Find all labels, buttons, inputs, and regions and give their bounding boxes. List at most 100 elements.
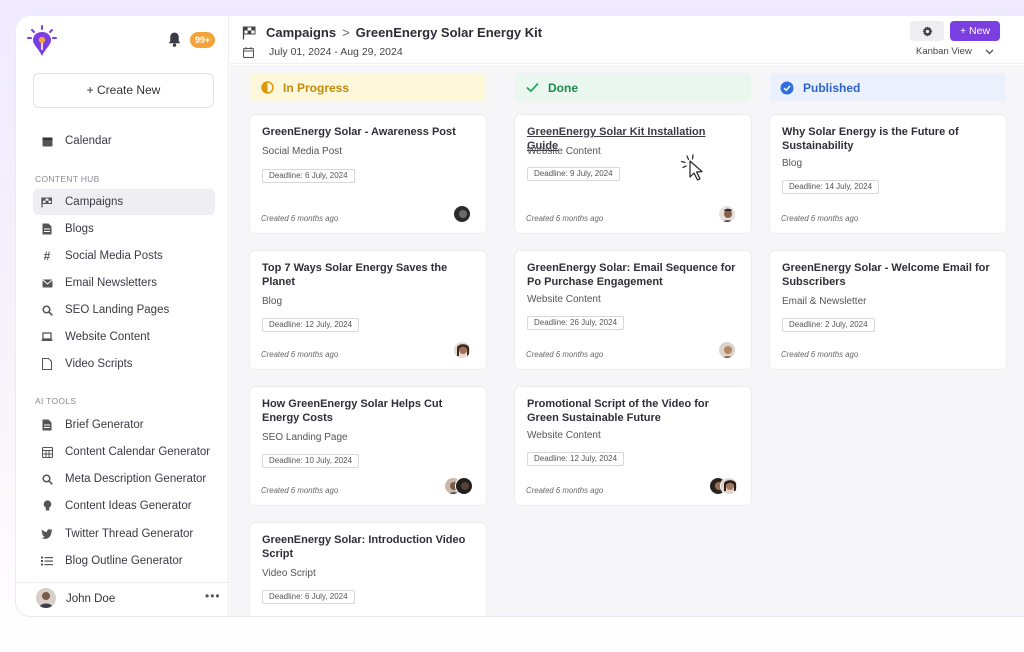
deadline-tag: Deadline: 9 July, 2024 [527, 167, 620, 181]
content-card[interactable]: GreenEnergy Solar - Welcome Email for Su… [770, 251, 1006, 369]
app-window: 99+ + Create New Calendar CONTENT HUB Ca… [16, 16, 1024, 616]
sidebar-item-blogs[interactable]: Blogs [33, 216, 215, 242]
avatar [720, 477, 738, 495]
sidebar-item-email-newsletters[interactable]: Email Newsletters [33, 270, 215, 296]
calendar-grid-icon [41, 446, 53, 458]
sidebar-item-label: Website Content [65, 331, 150, 343]
sidebar-item-label: Campaigns [65, 196, 124, 208]
breadcrumb-separator: > [342, 25, 350, 40]
card-title[interactable]: GreenEnergy Solar - Welcome Email for Su… [782, 261, 994, 289]
sidebar-item-label: Content Ideas Generator [65, 500, 192, 512]
sidebar-item-label: SEO Landing Pages [65, 304, 170, 316]
sidebar-item-content-ideas-generator[interactable]: Content Ideas Generator [33, 493, 215, 519]
avatar [453, 205, 471, 223]
card-title[interactable]: Top 7 Ways Solar Energy Saves the Planet [262, 261, 474, 289]
lightbulb-icon [41, 500, 53, 512]
column-title: Published [803, 80, 861, 95]
more-options-icon[interactable]: ••• [205, 589, 221, 603]
card-title[interactable]: GreenEnergy Solar: Introduction Video Sc… [262, 533, 474, 561]
card-title[interactable]: GreenEnergy Solar - Awareness Post [262, 125, 474, 139]
created-text: Created 6 months ago [526, 350, 604, 359]
content-card[interactable]: How GreenEnergy Solar Helps Cut Energy C… [250, 387, 486, 505]
created-text: Created 6 months ago [261, 214, 339, 223]
hashtag-icon: # [43, 249, 51, 263]
check-icon [525, 81, 539, 95]
notification-badge: 99+ [190, 32, 216, 48]
check-circle-icon [780, 81, 794, 95]
sidebar-item-label: Meta Description Generator [65, 473, 207, 485]
sidebar-item-meta-description-generator[interactable]: Meta Description Generator [33, 466, 215, 492]
sidebar-item-label: Calendar [65, 135, 112, 147]
column-title: In Progress [283, 80, 350, 95]
sidebar-item-blog-outline-generator[interactable]: Blog Outline Generator [33, 548, 215, 574]
new-button[interactable]: + New [950, 21, 1000, 41]
created-text: Created 6 months ago [526, 214, 604, 223]
sidebar: 99+ + Create New Calendar CONTENT HUB Ca… [16, 16, 229, 616]
list-icon [41, 555, 53, 567]
document-icon [41, 358, 53, 370]
breadcrumb-current: GreenEnergy Solar Energy Kit [355, 25, 543, 40]
created-text: Created 6 months ago [261, 350, 339, 359]
card-type: SEO Landing Page [262, 432, 348, 443]
card-title[interactable]: Why Solar Energy is the Future of Sustai… [782, 125, 994, 153]
column-title: Done [548, 80, 578, 95]
created-text: Created 6 months ago [526, 486, 604, 495]
sidebar-item-label: Content Calendar Generator [65, 446, 211, 458]
column-header-done: Done [515, 73, 751, 102]
sidebar-item-brief-generator[interactable]: Brief Generator [33, 412, 215, 438]
avatar [36, 588, 56, 608]
sidebar-item-website-content[interactable]: Website Content [33, 324, 215, 350]
gear-icon [921, 25, 933, 37]
chevron-down-icon [985, 49, 994, 54]
document-icon [41, 419, 53, 431]
breadcrumb: Campaigns > GreenEnergy Solar Energy Kit [266, 25, 542, 40]
sidebar-item-video-scripts[interactable]: Video Scripts [33, 351, 215, 377]
sidebar-item-label: Email Newsletters [65, 277, 158, 289]
deadline-tag: Deadline: 14 July, 2024 [782, 180, 880, 194]
card-type: Email & Newsletter [782, 296, 867, 307]
breadcrumb-campaigns[interactable]: Campaigns [266, 25, 336, 40]
card-type: Social Media Post [262, 146, 343, 157]
sidebar-item-campaigns[interactable]: Campaigns [33, 189, 215, 215]
deadline-tag: Deadline: 26 July, 2024 [527, 316, 625, 330]
kanban-board: In Progress Done Published GreenEnergy S… [230, 65, 1024, 616]
avatar [455, 477, 473, 495]
deadline-tag: Deadline: 6 July, 2024 [262, 590, 355, 604]
sidebar-item-seo-landing-pages[interactable]: SEO Landing Pages [33, 297, 215, 323]
deadline-tag: Deadline: 12 July, 2024 [527, 452, 625, 466]
bell-icon[interactable] [166, 31, 183, 48]
content-card[interactable]: Top 7 Ways Solar Energy Saves the Planet… [250, 251, 486, 369]
card-type: Website Content [527, 146, 601, 157]
date-range[interactable]: July 01, 2024 - Aug 29, 2024 [269, 46, 403, 58]
sidebar-item-label: Blog Outline Generator [65, 555, 183, 567]
create-new-button[interactable]: + Create New [33, 73, 214, 108]
deadline-tag: Deadline: 12 July, 2024 [262, 318, 360, 332]
logo-icon[interactable] [25, 24, 59, 58]
sidebar-item-twitter-thread-generator[interactable]: Twitter Thread Generator [33, 521, 215, 547]
user-profile-row[interactable]: John Doe ••• [16, 582, 229, 616]
sidebar-item-social-media-posts[interactable]: # Social Media Posts [33, 243, 215, 269]
content-card[interactable]: Promotional Script of the Video for Gree… [515, 387, 751, 505]
sidebar-item-content-calendar-generator[interactable]: Content Calendar Generator [33, 439, 215, 465]
settings-button[interactable] [910, 21, 944, 41]
content-card[interactable]: Why Solar Energy is the Future of Sustai… [770, 115, 1006, 233]
deadline-tag: Deadline: 6 July, 2024 [262, 169, 355, 183]
sidebar-item-label: Twitter Thread Generator [65, 528, 194, 540]
card-title[interactable]: How GreenEnergy Solar Helps Cut Energy C… [262, 397, 474, 425]
column-header-published: Published [770, 73, 1006, 102]
card-type: Blog [262, 296, 283, 307]
content-card[interactable]: GreenEnergy Solar: Introduction Video Sc… [250, 523, 486, 616]
view-select-value: Kanban View [916, 46, 972, 57]
sidebar-item-calendar[interactable]: Calendar [33, 128, 215, 154]
sidebar-item-label: Video Scripts [65, 358, 133, 370]
content-card[interactable]: GreenEnergy Solar Kit Installation Guide… [515, 115, 751, 233]
sidebar-item-label: Brief Generator [65, 419, 144, 431]
avatar [453, 341, 471, 359]
card-title[interactable]: Promotional Script of the Video for Gree… [527, 397, 739, 425]
content-card[interactable]: GreenEnergy Solar: Email Sequence for Po… [515, 251, 751, 369]
card-title[interactable]: GreenEnergy Solar: Email Sequence for Po… [527, 261, 739, 289]
view-select[interactable]: Kanban View [910, 43, 1000, 60]
content-card[interactable]: GreenEnergy Solar - Awareness Post Socia… [250, 115, 486, 233]
created-text: Created 6 months ago [781, 214, 859, 223]
magnifier-icon [41, 473, 53, 485]
